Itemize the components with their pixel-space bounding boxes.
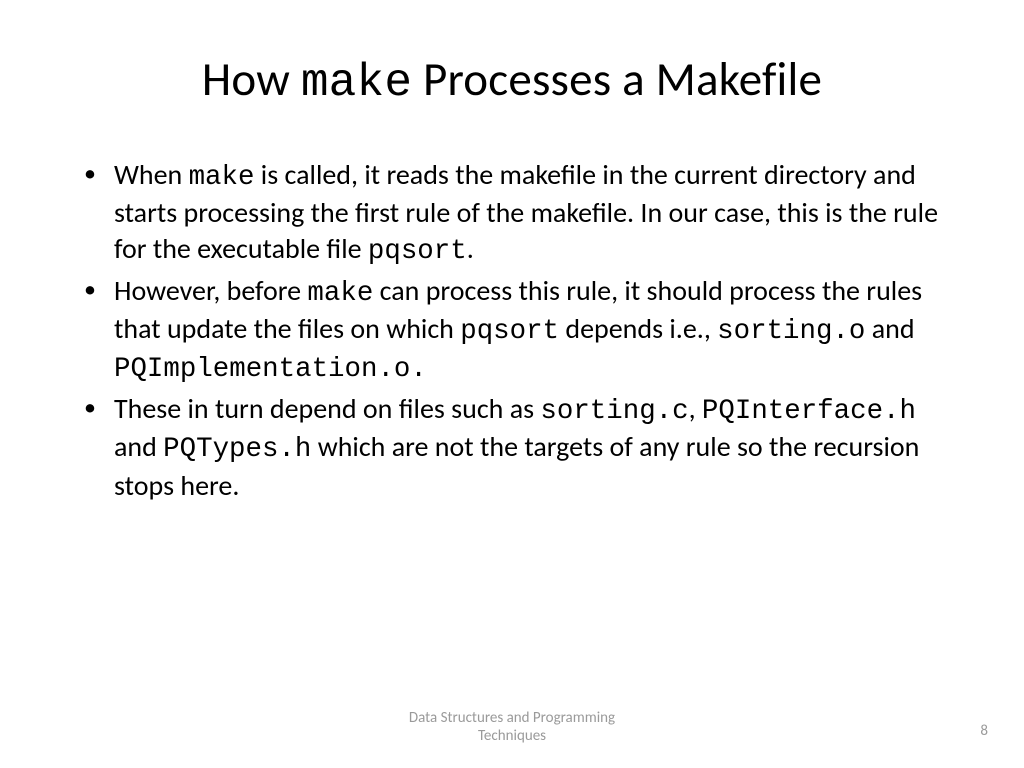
code-text: make <box>189 162 255 193</box>
slide-footer: Data Structures and Programming Techniqu… <box>0 709 1024 747</box>
slide-title: How make Processes a Makefile <box>70 50 954 109</box>
title-part2: Processes a Makefile <box>412 50 822 108</box>
code-text: pqsort <box>368 236 467 267</box>
footer-line2: Techniques <box>478 727 546 745</box>
code-text: sorting.o <box>717 316 865 347</box>
footer-line1: Data Structures and Programming <box>409 709 615 727</box>
bullet-list: When make is called, it reads the makefi… <box>70 157 954 503</box>
bullet-item: However, before make can process this ru… <box>70 273 954 387</box>
body-text: depends i.e., <box>559 311 717 346</box>
page-number: 8 <box>980 722 988 740</box>
code-text: PQImplementation.o. <box>114 354 427 385</box>
code-text: PQTypes.h <box>163 434 311 465</box>
slide: How make Processes a Makefile When make … <box>0 0 1024 768</box>
code-text: sorting.c <box>540 396 688 427</box>
title-part1: How <box>202 50 301 108</box>
code-text: pqsort <box>460 316 559 347</box>
code-text: PQInterface.h <box>702 396 916 427</box>
body-text: , <box>689 391 702 426</box>
body-text: and <box>865 311 914 346</box>
bullet-item: When make is called, it reads the makefi… <box>70 157 954 269</box>
body-text: However, before <box>114 273 307 308</box>
bullet-item: These in turn depend on files such as so… <box>70 391 954 503</box>
body-text: . <box>467 231 474 266</box>
body-text: and <box>114 429 163 464</box>
title-code1: make <box>301 57 412 109</box>
body-text: These in turn depend on files such as <box>114 391 540 426</box>
code-text: make <box>307 278 373 309</box>
body-text: When <box>114 157 189 192</box>
